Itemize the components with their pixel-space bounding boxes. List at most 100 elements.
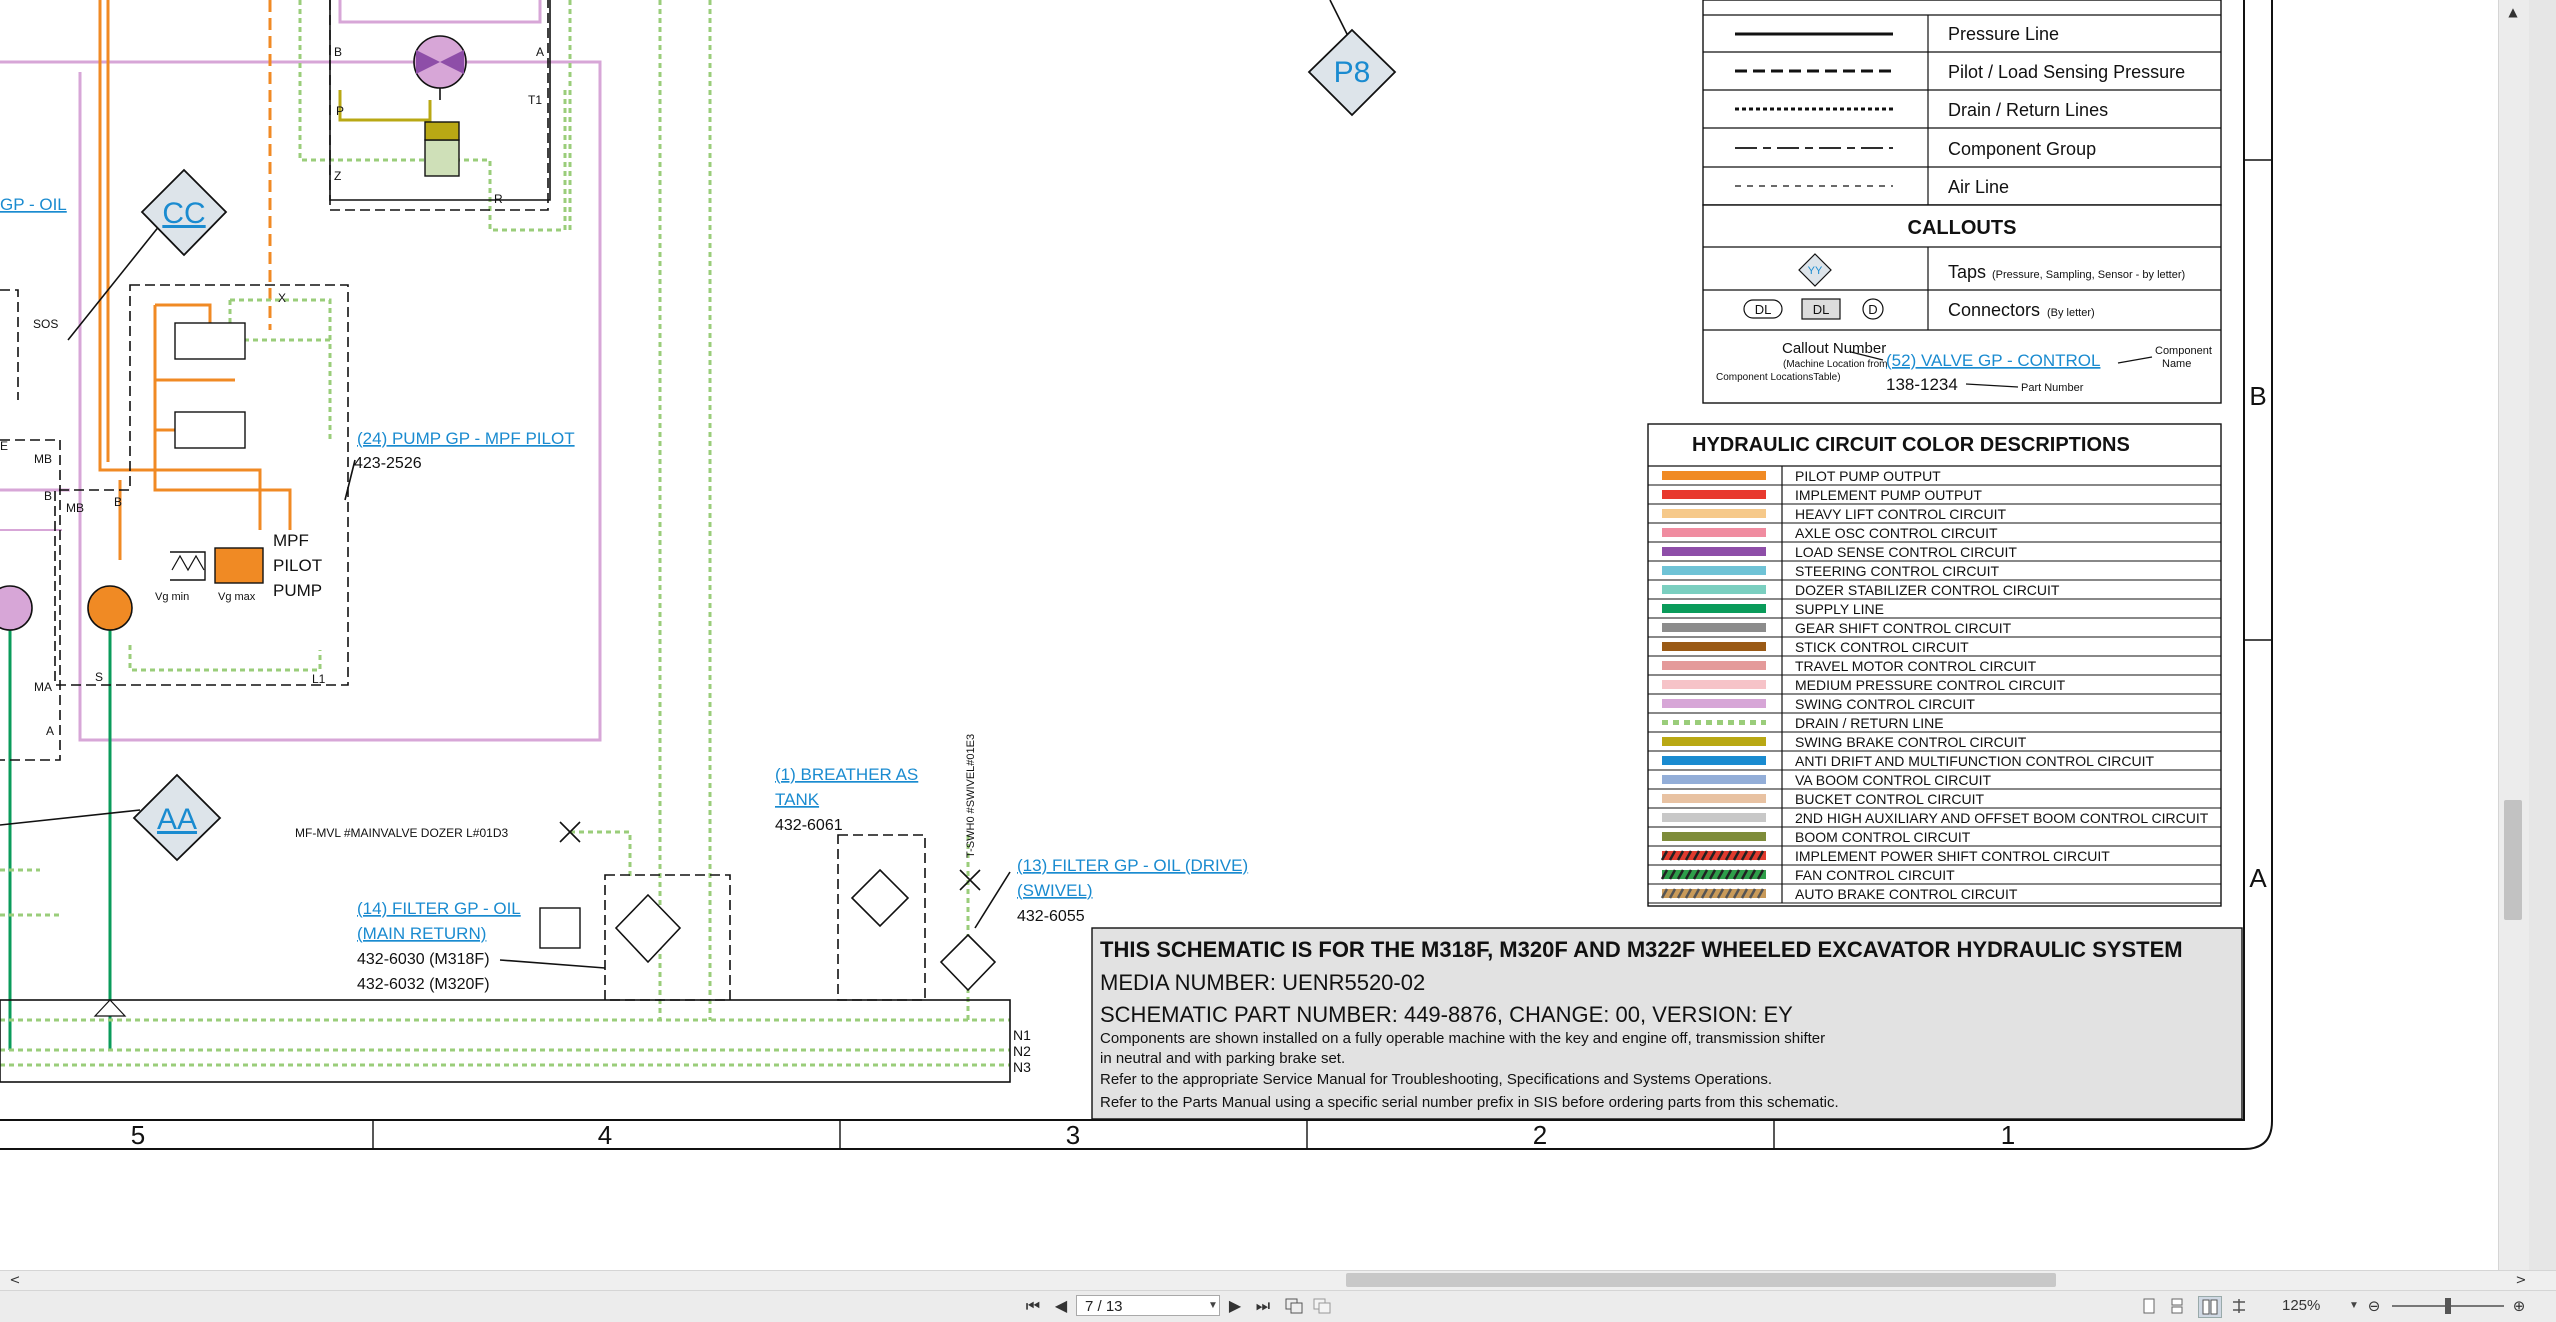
single-page-view-icon[interactable] (2138, 1296, 2160, 1316)
callout-example-link[interactable]: (52) VALVE GP - CONTROL (1886, 351, 2100, 370)
color-description-label: 2ND HIGH AUXILIARY AND OFFSET BOOM CONTR… (1795, 810, 2209, 826)
copy-pages-icon[interactable] (1283, 1296, 1305, 1316)
connector-dl-square: DL (1813, 302, 1830, 317)
vg-max-label: Vg max (218, 591, 256, 603)
zone-column-label: 2 (1533, 1120, 1547, 1150)
line-patterns-legend: Pressure Line Pilot / Load Sensing Press… (1702, 0, 2222, 206)
color-description-label: MEDIUM PRESSURE CONTROL CIRCUIT (1795, 677, 2066, 693)
port-label: L1 (312, 672, 326, 686)
gp-oil-link[interactable]: GP - OIL (0, 195, 67, 214)
title-block: THIS SCHEMATIC IS FOR THE M318F, M320F A… (1091, 927, 2243, 1120)
zoom-dropdown-icon[interactable]: ▼ (2349, 1300, 2359, 1311)
schematic-drawing (0, 0, 1351, 1083)
line-pattern-label: Pressure Line (1948, 24, 2059, 44)
filter13-link-1[interactable]: (13) FILTER GP - OIL (DRIVE) (1017, 856, 1248, 875)
zoom-slider-handle[interactable] (2445, 1298, 2451, 1314)
color-swatch (1662, 794, 1766, 803)
previous-page-icon[interactable]: ◀ (1050, 1296, 1072, 1316)
line-pattern-label: Air Line (1948, 177, 2009, 197)
paste-pages-icon[interactable] (1311, 1296, 1333, 1316)
tap-aa[interactable]: AA (132, 773, 222, 862)
breather-link-1[interactable]: (1) BREATHER AS (775, 765, 918, 784)
tap-cc[interactable]: CC (140, 168, 228, 257)
breather-part-number: 432-6061 (775, 817, 843, 834)
color-description-label: ANTI DRIFT AND MULTIFUNCTION CONTROL CIR… (1795, 753, 2155, 769)
vg-min-label: Vg min (155, 591, 189, 603)
next-page-icon[interactable]: ▶ (1224, 1296, 1246, 1316)
filter13-link-2[interactable]: (SWIVEL) (1017, 881, 1093, 900)
two-page-view-icon[interactable] (2198, 1296, 2222, 1318)
color-description-label: LOAD SENSE CONTROL CIRCUIT (1795, 544, 2017, 560)
line-pattern-label: Component Group (1948, 139, 2096, 159)
pump-callout-link[interactable]: (24) PUMP GP - MPF PILOT (357, 429, 575, 448)
filter14-link-1[interactable]: (14) FILTER GP - OIL (357, 899, 521, 918)
horizontal-scrollbar[interactable] (0, 1270, 2556, 1291)
tap-p8[interactable]: P8 (1307, 28, 1397, 117)
scroll-right-icon[interactable]: > (2510, 1271, 2532, 1291)
pump-name-1: MPF (273, 531, 309, 550)
swivel-tag: T-SWH0 #SWIVEL#01E3 (965, 734, 977, 858)
vertical-scroll-thumb[interactable] (2504, 800, 2522, 920)
first-page-icon[interactable]: ⏮ (1022, 1296, 1044, 1316)
color-swatch (1662, 737, 1766, 746)
vertical-scrollbar[interactable] (2498, 0, 2529, 1270)
component-name-label-2: Name (2162, 358, 2191, 370)
color-swatch (1662, 680, 1766, 689)
callouts-title: CALLOUTS (1908, 217, 2017, 239)
breather-link-2[interactable]: TANK (775, 790, 820, 809)
zoom-out-icon[interactable]: ⊖ (2363, 1296, 2385, 1316)
port-label: A (536, 45, 544, 59)
zoom-in-icon[interactable]: ⊕ (2508, 1296, 2530, 1316)
color-description-label: VA BOOM CONTROL CIRCUIT (1795, 772, 1991, 788)
scroll-up-icon[interactable]: ▲ (2502, 2, 2524, 22)
pump-name-3: PUMP (273, 581, 322, 600)
tap-cc-label: CC (162, 197, 205, 230)
media-number: MEDIA NUMBER: UENR5520-02 (1100, 970, 1425, 995)
color-description-label: BOOM CONTROL CIRCUIT (1795, 829, 1971, 845)
page-dropdown-icon[interactable]: ▼ (1208, 1300, 1218, 1311)
color-swatch (1662, 547, 1766, 556)
pump-part-number: 423-2526 (354, 455, 422, 472)
zone-column-label: 1 (2001, 1120, 2015, 1150)
color-swatch (1662, 490, 1766, 499)
connectors-label: Connectors (1948, 300, 2040, 320)
page-number-field[interactable]: 7 / 13 (1076, 1295, 1220, 1316)
connector-d-circle: D (1868, 302, 1877, 317)
zone-column-label: 3 (1066, 1120, 1080, 1150)
port-label: MB (34, 452, 52, 466)
color-swatch (1662, 509, 1766, 518)
filter14-link-2[interactable]: (MAIN RETURN) (357, 924, 486, 943)
port-label: A (46, 724, 54, 738)
title-note: in neutral and with parking brake set. (1100, 1050, 1345, 1067)
color-swatch (1662, 585, 1766, 594)
color-description-label: STICK CONTROL CIRCUIT (1795, 639, 1969, 655)
connectors-note: (By letter) (2047, 307, 2095, 319)
last-page-icon[interactable]: ⏭ (1252, 1296, 1274, 1316)
color-legend-title: HYDRAULIC CIRCUIT COLOR DESCRIPTIONS (1692, 434, 2130, 456)
title-heading: THIS SCHEMATIC IS FOR THE M318F, M320F A… (1100, 937, 2183, 962)
fit-width-icon[interactable] (2228, 1296, 2250, 1316)
title-note: Refer to the appropriate Service Manual … (1100, 1071, 1772, 1088)
color-swatch (1662, 756, 1766, 765)
port-label: B (44, 489, 52, 503)
color-description-label: SWING BRAKE CONTROL CIRCUIT (1795, 734, 2027, 750)
port-label: B (334, 45, 342, 59)
color-description-label: HEAVY LIFT CONTROL CIRCUIT (1795, 506, 2007, 522)
filter14-part-1: 432-6030 (M318F) (357, 951, 490, 968)
zoom-level[interactable]: 125% (2282, 1297, 2320, 1314)
color-description-label: DRAIN / RETURN LINE (1795, 715, 1944, 731)
color-description-label: AXLE OSC CONTROL CIRCUIT (1795, 525, 1998, 541)
line-pattern-label: Pilot / Load Sensing Pressure (1948, 62, 2185, 82)
pump-name-2: PILOT (273, 556, 322, 575)
color-swatch (1662, 623, 1766, 632)
scroll-left-icon[interactable]: < (4, 1271, 26, 1291)
color-swatch (1662, 642, 1766, 651)
filter14-part-2: 432-6032 (M320F) (357, 976, 490, 993)
document-viewport[interactable]: P8 CC AA GP - OIL SOS (24) PUMP GP - MPF… (0, 0, 2498, 1270)
color-swatch (1662, 775, 1766, 784)
continuous-view-icon[interactable] (2166, 1296, 2188, 1316)
color-swatch (1662, 699, 1766, 708)
color-swatch (1662, 604, 1766, 613)
horizontal-scroll-thumb[interactable] (1346, 1273, 2056, 1287)
callout-number-label: Callout Number (1782, 340, 1886, 357)
